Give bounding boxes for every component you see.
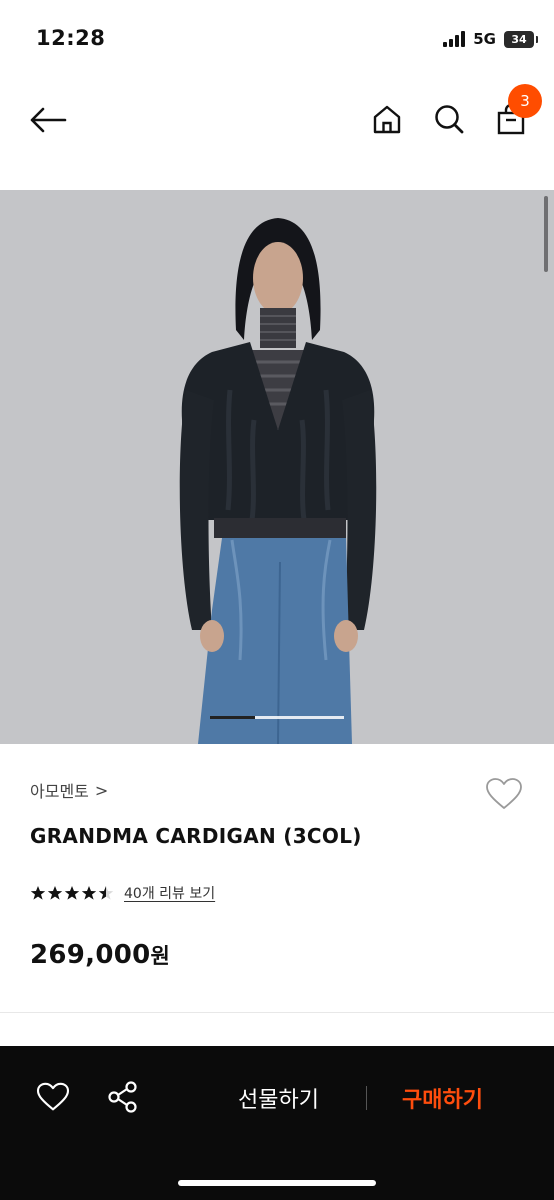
heart-outline-icon	[486, 778, 522, 809]
heart-icon	[36, 1082, 70, 1111]
search-button[interactable]	[428, 98, 470, 140]
search-icon	[435, 105, 464, 134]
gift-button[interactable]: 선물하기	[238, 1082, 319, 1114]
price-amount: 269,000	[30, 940, 151, 970]
status-time: 12:28	[36, 26, 106, 50]
battery-level: 34	[511, 32, 527, 46]
home-icon	[373, 105, 401, 134]
purchase-bar: 선물하기 구매하기	[0, 1046, 554, 1200]
star-icon	[64, 886, 80, 900]
home-button[interactable]	[366, 98, 408, 140]
star-rating	[30, 885, 114, 901]
bottom-wishlist-button[interactable]	[34, 1078, 72, 1116]
star-icon	[47, 886, 63, 900]
pager-segment	[254, 716, 300, 719]
model-photo	[0, 190, 554, 744]
product-image[interactable]	[0, 190, 554, 744]
star-icon	[81, 886, 97, 900]
status-indicators: 5G 34	[443, 30, 538, 48]
brand-link[interactable]: 아모멘토 >	[30, 778, 108, 802]
signal-icon	[443, 31, 466, 47]
chevron-right-icon: >	[94, 780, 109, 800]
rating-row: 40개 리뷰 보기	[30, 883, 215, 903]
wishlist-button[interactable]	[484, 774, 524, 814]
share-icon	[108, 1081, 137, 1113]
cart-count-badge: 3	[508, 84, 542, 118]
gallery-pager	[210, 716, 345, 719]
product-price: 269,000원	[30, 940, 170, 970]
share-button[interactable]	[104, 1078, 142, 1116]
product-title: GRANDMA CARDIGAN (3COL)	[30, 824, 362, 848]
star-icon	[30, 886, 46, 900]
brand-name: 아모멘토	[30, 782, 89, 801]
buy-button[interactable]: 구매하기	[402, 1082, 483, 1114]
star-icon	[98, 886, 114, 900]
arrow-left-icon	[30, 107, 67, 133]
battery-icon: 34	[504, 30, 538, 48]
pager-segment	[210, 716, 255, 719]
review-link[interactable]: 40개 리뷰 보기	[124, 883, 215, 903]
top-nav	[0, 80, 554, 160]
section-divider	[0, 1012, 554, 1013]
button-separator	[366, 1086, 367, 1110]
price-unit: 원	[150, 944, 171, 968]
home-indicator	[178, 1180, 376, 1186]
back-button[interactable]	[26, 98, 70, 142]
scrollbar[interactable]	[544, 196, 548, 272]
pager-segment	[299, 716, 345, 719]
status-bar: 12:28 5G 34	[0, 0, 554, 80]
network-type: 5G	[473, 30, 496, 48]
